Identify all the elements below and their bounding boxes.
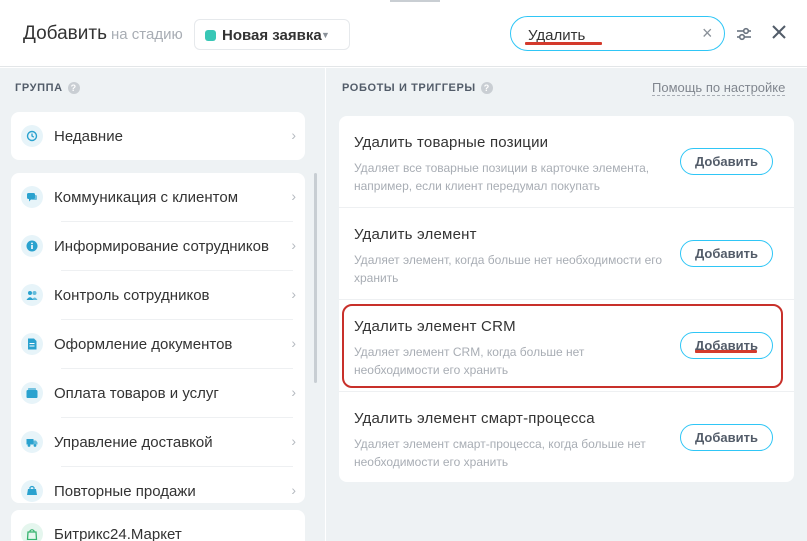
robot-title: Удалить элемент смарт-процесса (354, 410, 595, 427)
dialog-title: Добавить (23, 23, 107, 44)
annotation-highlight-box (342, 304, 783, 388)
sidebar-item-label: Управление доставкой (54, 434, 213, 451)
add-robot-button[interactable]: Добавить (680, 424, 773, 451)
sidebar-item-market[interactable]: Битрикс24.Маркет (11, 510, 305, 541)
robot-description: Удаляет элемент, когда больше нет необхо… (354, 253, 663, 285)
groups-card: Коммуникация с клиентом › Информирование… (11, 173, 305, 503)
sidebar-item-delivery[interactable]: Управление доставкой › (11, 418, 305, 467)
robot-description: Удаляет элемент смарт-процесса, когда бо… (354, 437, 646, 469)
sidebar-item-payments[interactable]: Оплата товаров и услуг › (11, 369, 305, 418)
chevron-right-icon: › (291, 127, 296, 143)
top-strip (0, 0, 807, 4)
repeat-sales-icon (21, 480, 43, 502)
help-icon[interactable]: ? (67, 82, 80, 95)
scrollbar[interactable] (314, 173, 317, 383)
robots-list: Удалить товарные позиции Удаляет все тов… (339, 116, 794, 482)
sidebar-item-documents[interactable]: Оформление документов › (11, 320, 305, 369)
group-panel: ГРУППА? Недавние › Коммуникация с клиент… (0, 68, 325, 541)
chat-icon (21, 186, 43, 208)
robot-item: Удалить элемент Удаляет элемент, когда б… (339, 208, 794, 300)
sidebar-item-label: Контроль сотрудников (54, 287, 210, 304)
chevron-right-icon: › (291, 384, 296, 400)
history-icon (21, 125, 43, 147)
info-icon (21, 235, 43, 257)
robot-title: Удалить элемент (354, 226, 477, 243)
chevron-down-icon: ▼ (321, 30, 330, 40)
chevron-right-icon: › (291, 286, 296, 302)
chevron-right-icon: › (291, 433, 296, 449)
chevron-right-icon: › (291, 188, 296, 204)
annotation-underline (695, 350, 757, 353)
robots-section-label: РОБОТЫ И ТРИГГЕРЫ? (342, 82, 493, 95)
chevron-right-icon: › (291, 237, 296, 253)
wallet-icon (21, 382, 43, 404)
help-icon[interactable]: ? (480, 82, 493, 95)
dialog-header: Добавить на стадию Новая заявка ▼ Удалит… (0, 0, 807, 67)
truck-icon (21, 431, 43, 453)
chevron-right-icon: › (291, 335, 296, 351)
sidebar-item-label: Оформление документов (54, 336, 233, 353)
robot-description: Удаляет все товарные позиции в карточке … (354, 161, 650, 193)
search-input[interactable]: Удалить × (510, 16, 725, 51)
sidebar-item-employee-info[interactable]: Информирование сотрудников › (11, 222, 305, 271)
annotation-underline (525, 42, 602, 45)
stage-label: на стадию (111, 26, 183, 43)
add-robot-button[interactable]: Добавить (680, 148, 773, 175)
group-section-label: ГРУППА? (15, 82, 80, 95)
sidebar-item-label: Информирование сотрудников (54, 238, 269, 255)
settings-sliders-icon[interactable] (735, 25, 753, 43)
stage-value: Новая заявка (222, 27, 322, 44)
clear-icon[interactable]: × (702, 23, 713, 43)
users-icon (21, 284, 43, 306)
sidebar-item-recent[interactable]: Недавние › (11, 112, 305, 161)
sidebar-item-repeat-sales[interactable]: Повторные продажи › (11, 467, 305, 516)
close-icon[interactable] (771, 24, 787, 40)
robot-title: Удалить товарные позиции (354, 134, 549, 151)
sidebar-item-label: Недавние (54, 128, 123, 145)
robot-item: Удалить товарные позиции Удаляет все тов… (339, 116, 794, 208)
document-icon (21, 333, 43, 355)
sidebar-item-communication[interactable]: Коммуникация с клиентом › (11, 173, 305, 222)
sidebar-item-label: Оплата товаров и услуг (54, 385, 219, 402)
add-robot-button[interactable]: Добавить (680, 240, 773, 267)
stage-select[interactable]: Новая заявка ▼ (194, 19, 350, 50)
chevron-right-icon: › (291, 482, 296, 498)
sidebar-item-employee-control[interactable]: Контроль сотрудников › (11, 271, 305, 320)
robot-item: Удалить элемент смарт-процесса Удаляет э… (339, 392, 794, 484)
stage-color-dot (205, 30, 216, 41)
sidebar-item-label: Коммуникация с клиентом (54, 189, 239, 206)
sidebar-item-label: Повторные продажи (54, 483, 196, 500)
sidebar-item-label: Битрикс24.Маркет (54, 526, 182, 541)
market-card: Битрикс24.Маркет (11, 510, 305, 541)
market-bag-icon (21, 523, 43, 541)
help-setup-link[interactable]: Помощь по настройке (652, 80, 786, 96)
recent-card: Недавние › (11, 112, 305, 160)
